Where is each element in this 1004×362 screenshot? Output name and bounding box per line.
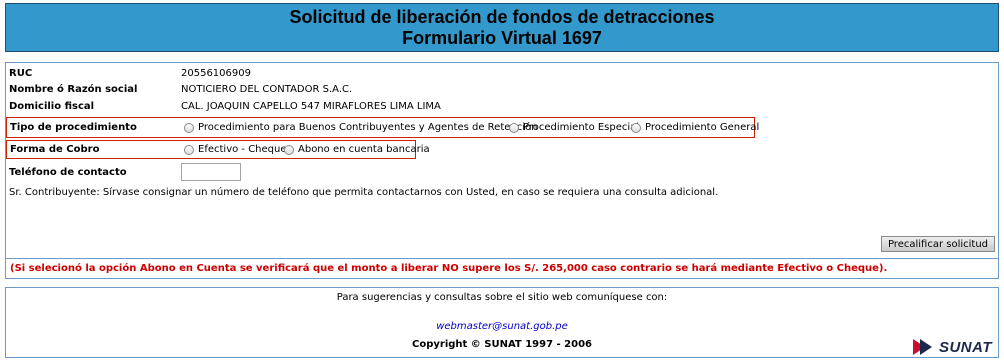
forma-cobro-label: Forma de Cobro <box>10 144 100 155</box>
footer: Para sugerencias y consultas sobre el si… <box>5 287 999 358</box>
radio-procedimiento-especial[interactable]: Procedimiento Especial <box>509 122 639 133</box>
radio-buenos-contribuyentes[interactable]: Procedimiento para Buenos Contribuyentes… <box>184 122 537 133</box>
razon-social-value: NOTICIERO DEL CONTADOR S.A.C. <box>181 84 353 95</box>
tipo-procedimiento-label: Tipo de procedimiento <box>10 122 137 133</box>
sunat-logo-icon <box>912 339 932 355</box>
radio-label: Abono en cuenta bancaria <box>298 144 430 155</box>
forma-cobro-group: Forma de Cobro Efectivo - Cheque Abono e… <box>6 140 430 159</box>
radio-label: Efectivo - Cheque <box>198 144 287 155</box>
radio-abono-cuenta[interactable]: Abono en cuenta bancaria <box>284 144 430 155</box>
radio-circle-icon[interactable] <box>284 144 294 155</box>
page-subtitle: Formulario Virtual 1697 <box>402 27 602 48</box>
footer-message: Para sugerencias y consultas sobre el si… <box>336 292 668 303</box>
razon-social-label: Nombre ó Razón social <box>9 84 138 95</box>
copyright-text: Copyright © SUNAT 1997 - 2006 <box>412 339 592 350</box>
radio-label: Procedimiento para Buenos Contribuyentes… <box>198 122 538 133</box>
form-panel: RUC 20556106909 Nombre ó Razón social NO… <box>5 62 999 259</box>
warning-panel: (Si selecionó la opción Abono en Cuenta … <box>5 259 999 279</box>
radio-circle-icon[interactable] <box>509 122 519 133</box>
precalificar-button[interactable]: Precalificar solicitud <box>881 236 995 252</box>
telefono-label: Teléfono de contacto <box>9 167 127 178</box>
radio-procedimiento-general[interactable]: Procedimiento General <box>631 122 759 133</box>
radio-circle-icon[interactable] <box>184 144 194 155</box>
radio-label: Procedimiento General <box>645 122 760 133</box>
sunat-logo-text: SUNAT <box>938 338 992 356</box>
telefono-info-text: Sr. Contribuyente: Sírvase consignar un … <box>9 187 719 198</box>
email-text[interactable]: webmaster@sunat.gob.pe <box>436 321 568 332</box>
page-title: Solicitud de liberación de fondos de det… <box>289 6 715 27</box>
radio-efectivo-cheque[interactable]: Efectivo - Cheque <box>184 144 287 155</box>
domicilio-value: CAL. JOAQUIN CAPELLO 547 MIRAFLORES LIMA… <box>181 101 441 112</box>
ruc-value: 20556106909 <box>181 68 251 79</box>
ruc-label: RUC <box>9 68 33 79</box>
tipo-procedimiento-group: Tipo de procedimiento Procedimiento para… <box>6 117 759 138</box>
radio-label: Procedimiento Especial <box>523 122 640 133</box>
form-header: Solicitud de liberación de fondos de det… <box>5 3 999 52</box>
radio-circle-icon[interactable] <box>184 122 194 133</box>
sunat-logo: SUNAT <box>911 337 992 357</box>
webmaster-email-link[interactable]: webmaster@sunat.gob.pe <box>6 321 998 332</box>
domicilio-label: Domicilio fiscal <box>9 101 95 112</box>
radio-circle-icon[interactable] <box>631 122 641 133</box>
telefono-input[interactable] <box>181 163 241 181</box>
warning-text: (Si selecionó la opción Abono en Cuenta … <box>10 263 888 274</box>
